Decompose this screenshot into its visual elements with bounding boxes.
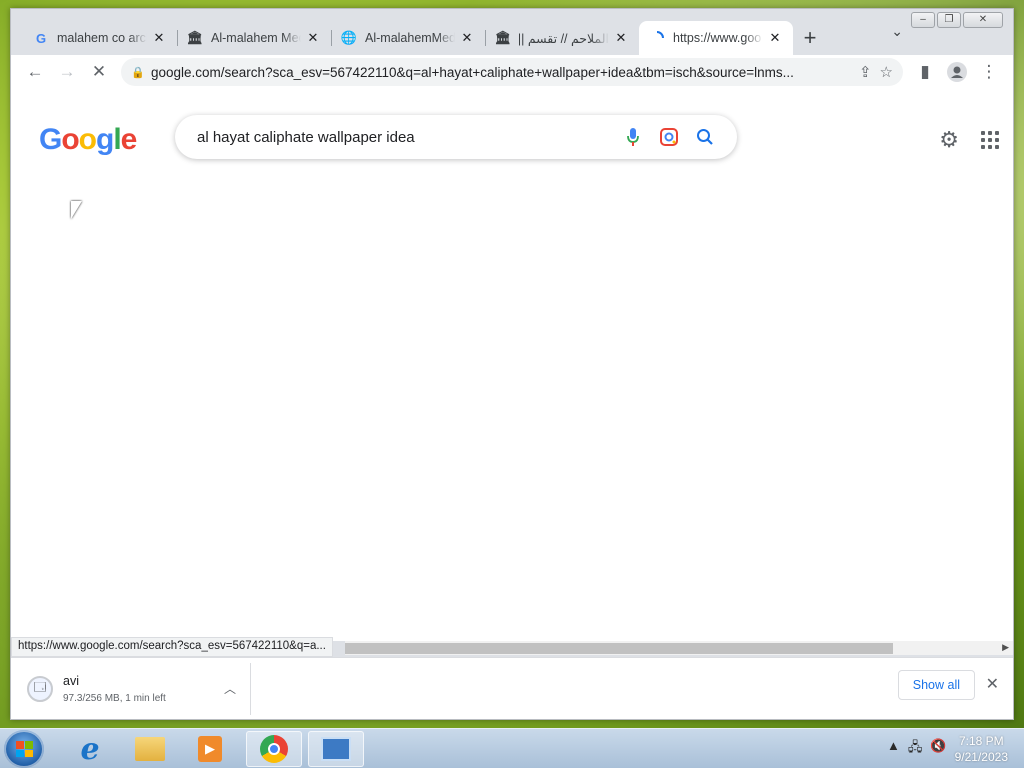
volume-muted-icon[interactable]: 🔇 bbox=[930, 738, 946, 760]
side-panel-icon[interactable]: ▮ bbox=[909, 58, 941, 86]
system-clock[interactable]: 7:18 PM 9/21/2023 bbox=[955, 733, 1008, 765]
tab-title: malahem co arch bbox=[57, 31, 147, 45]
close-tab-icon[interactable]: ✕ bbox=[613, 30, 629, 46]
tab-title: https://www.goo bbox=[673, 31, 762, 45]
clock-time: 7:18 PM bbox=[958, 734, 1004, 748]
bookmark-star-icon[interactable]: ☆ bbox=[880, 63, 893, 81]
clock-date: 9/21/2023 bbox=[954, 750, 1008, 764]
tab-5-active[interactable]: https://www.goo ✕ bbox=[639, 21, 793, 55]
close-tab-icon[interactable]: ✕ bbox=[767, 30, 783, 46]
tab-3[interactable]: 🌐 Al-malahemMed ✕ bbox=[331, 21, 485, 55]
download-name: avi bbox=[63, 673, 79, 688]
google-g-icon: G bbox=[35, 30, 47, 46]
archive-icon: 🏛 bbox=[494, 30, 512, 45]
close-tab-icon[interactable]: ✕ bbox=[305, 30, 321, 46]
taskbar-media-player[interactable]: ▶ bbox=[182, 731, 238, 767]
lock-icon[interactable]: 🔒 bbox=[131, 66, 151, 79]
tab-title: Al-malahemMed bbox=[365, 31, 455, 45]
tab-strip: G malahem co arch ✕ 🏛 Al-malahem Med ✕ 🌐… bbox=[23, 19, 827, 55]
horizontal-scrollbar[interactable]: ▶ bbox=[345, 641, 1013, 655]
google-lens-icon[interactable] bbox=[651, 127, 687, 147]
search-input[interactable]: al hayat caliphate wallpaper idea bbox=[197, 129, 615, 146]
taskbar-internet-explorer[interactable]: e bbox=[62, 731, 118, 767]
kebab-menu-icon[interactable]: ⋮ bbox=[973, 58, 1005, 86]
tab-title: الملاحم // تقسم || اللقاء bbox=[519, 31, 609, 46]
download-item[interactable]: 🗔 avi 97.3/256 MB, 1 min left ︿ bbox=[27, 662, 251, 715]
back-arrow-icon[interactable]: ← bbox=[19, 58, 51, 86]
download-status: 97.3/256 MB, 1 min left bbox=[63, 692, 166, 704]
profile-avatar-icon[interactable] bbox=[941, 58, 973, 86]
address-url[interactable]: google.com/search?sca_esv=567422110&q=al… bbox=[151, 65, 851, 80]
globe-icon: 🌐 bbox=[340, 30, 358, 45]
share-icon[interactable]: ⇪ bbox=[859, 63, 872, 81]
window-controls: – ❐ ✕ bbox=[911, 12, 1003, 28]
media-player-icon: ▶ bbox=[198, 736, 222, 762]
chrome-icon bbox=[260, 735, 288, 763]
mouse-cursor-icon bbox=[71, 201, 82, 219]
windows-taskbar: e ▶ ▲ 🖧 🔇 7:18 PM 9/21/2023 bbox=[0, 728, 1024, 768]
google-apps-icon[interactable] bbox=[981, 131, 999, 149]
gear-icon[interactable]: ⚙ bbox=[939, 127, 959, 153]
control-panel-icon bbox=[321, 737, 351, 761]
tab-1[interactable]: G malahem co arch ✕ bbox=[23, 21, 177, 55]
tab-search-chevron-icon[interactable]: ⌄ bbox=[891, 23, 903, 40]
close-tab-icon[interactable]: ✕ bbox=[151, 30, 167, 46]
close-icon[interactable]: ✕ bbox=[986, 674, 999, 694]
folder-icon bbox=[135, 737, 165, 761]
search-icon[interactable] bbox=[687, 128, 723, 146]
close-tab-icon[interactable]: ✕ bbox=[459, 30, 475, 46]
taskbar-file-explorer[interactable] bbox=[122, 731, 178, 767]
status-bar-url: https://www.google.com/search?sca_esv=56… bbox=[11, 637, 333, 657]
taskbar-chrome[interactable] bbox=[246, 731, 302, 767]
stop-loading-icon[interactable]: ✕ bbox=[83, 58, 115, 86]
scrollbar-thumb[interactable] bbox=[345, 643, 893, 654]
minimize-button[interactable]: – bbox=[911, 12, 935, 28]
close-window-button[interactable]: ✕ bbox=[963, 12, 1003, 28]
browser-window: – ❐ ✕ G malahem co arch ✕ 🏛 Al-malahem M… bbox=[10, 8, 1014, 720]
network-icon[interactable]: 🖧 bbox=[908, 738, 923, 760]
start-button[interactable] bbox=[4, 730, 44, 768]
new-tab-button[interactable]: + bbox=[793, 21, 827, 55]
scroll-right-arrow-icon[interactable]: ▶ bbox=[1002, 642, 1009, 653]
restore-button[interactable]: ❐ bbox=[937, 12, 961, 28]
show-hidden-icons-icon[interactable]: ▲ bbox=[887, 738, 900, 760]
search-box[interactable]: al hayat caliphate wallpaper idea bbox=[175, 115, 737, 159]
google-logo[interactable]: Google bbox=[39, 123, 137, 157]
show-all-button[interactable]: Show all bbox=[897, 670, 975, 700]
tab-4[interactable]: 🏛 الملاحم // تقسم || اللقاء ✕ bbox=[485, 21, 639, 55]
internet-explorer-icon: e bbox=[80, 731, 100, 767]
archive-icon: 🏛 bbox=[186, 30, 204, 45]
download-file-icon: 🗔 bbox=[27, 675, 53, 702]
address-bar[interactable]: 🔒 google.com/search?sca_esv=567422110&q=… bbox=[121, 58, 903, 86]
windows-logo-icon bbox=[16, 741, 33, 757]
taskbar-app[interactable] bbox=[308, 731, 364, 767]
page-content: Google al hayat caliphate wallpaper idea… bbox=[11, 89, 1013, 641]
microphone-icon[interactable] bbox=[615, 127, 651, 147]
tab-2[interactable]: 🏛 Al-malahem Med ✕ bbox=[177, 21, 331, 55]
browser-toolbar: ← → ✕ 🔒 google.com/search?sca_esv=567422… bbox=[11, 55, 1013, 89]
download-shelf: 🗔 avi 97.3/256 MB, 1 min left ︿ Show all… bbox=[11, 657, 1013, 719]
tab-title: Al-malahem Med bbox=[211, 31, 301, 45]
forward-arrow-icon[interactable]: → bbox=[51, 58, 83, 86]
system-tray: ▲ 🖧 🔇 7:18 PM 9/21/2023 bbox=[887, 733, 1008, 765]
chevron-up-icon[interactable]: ︿ bbox=[224, 680, 236, 697]
loading-spinner-icon bbox=[649, 30, 665, 46]
